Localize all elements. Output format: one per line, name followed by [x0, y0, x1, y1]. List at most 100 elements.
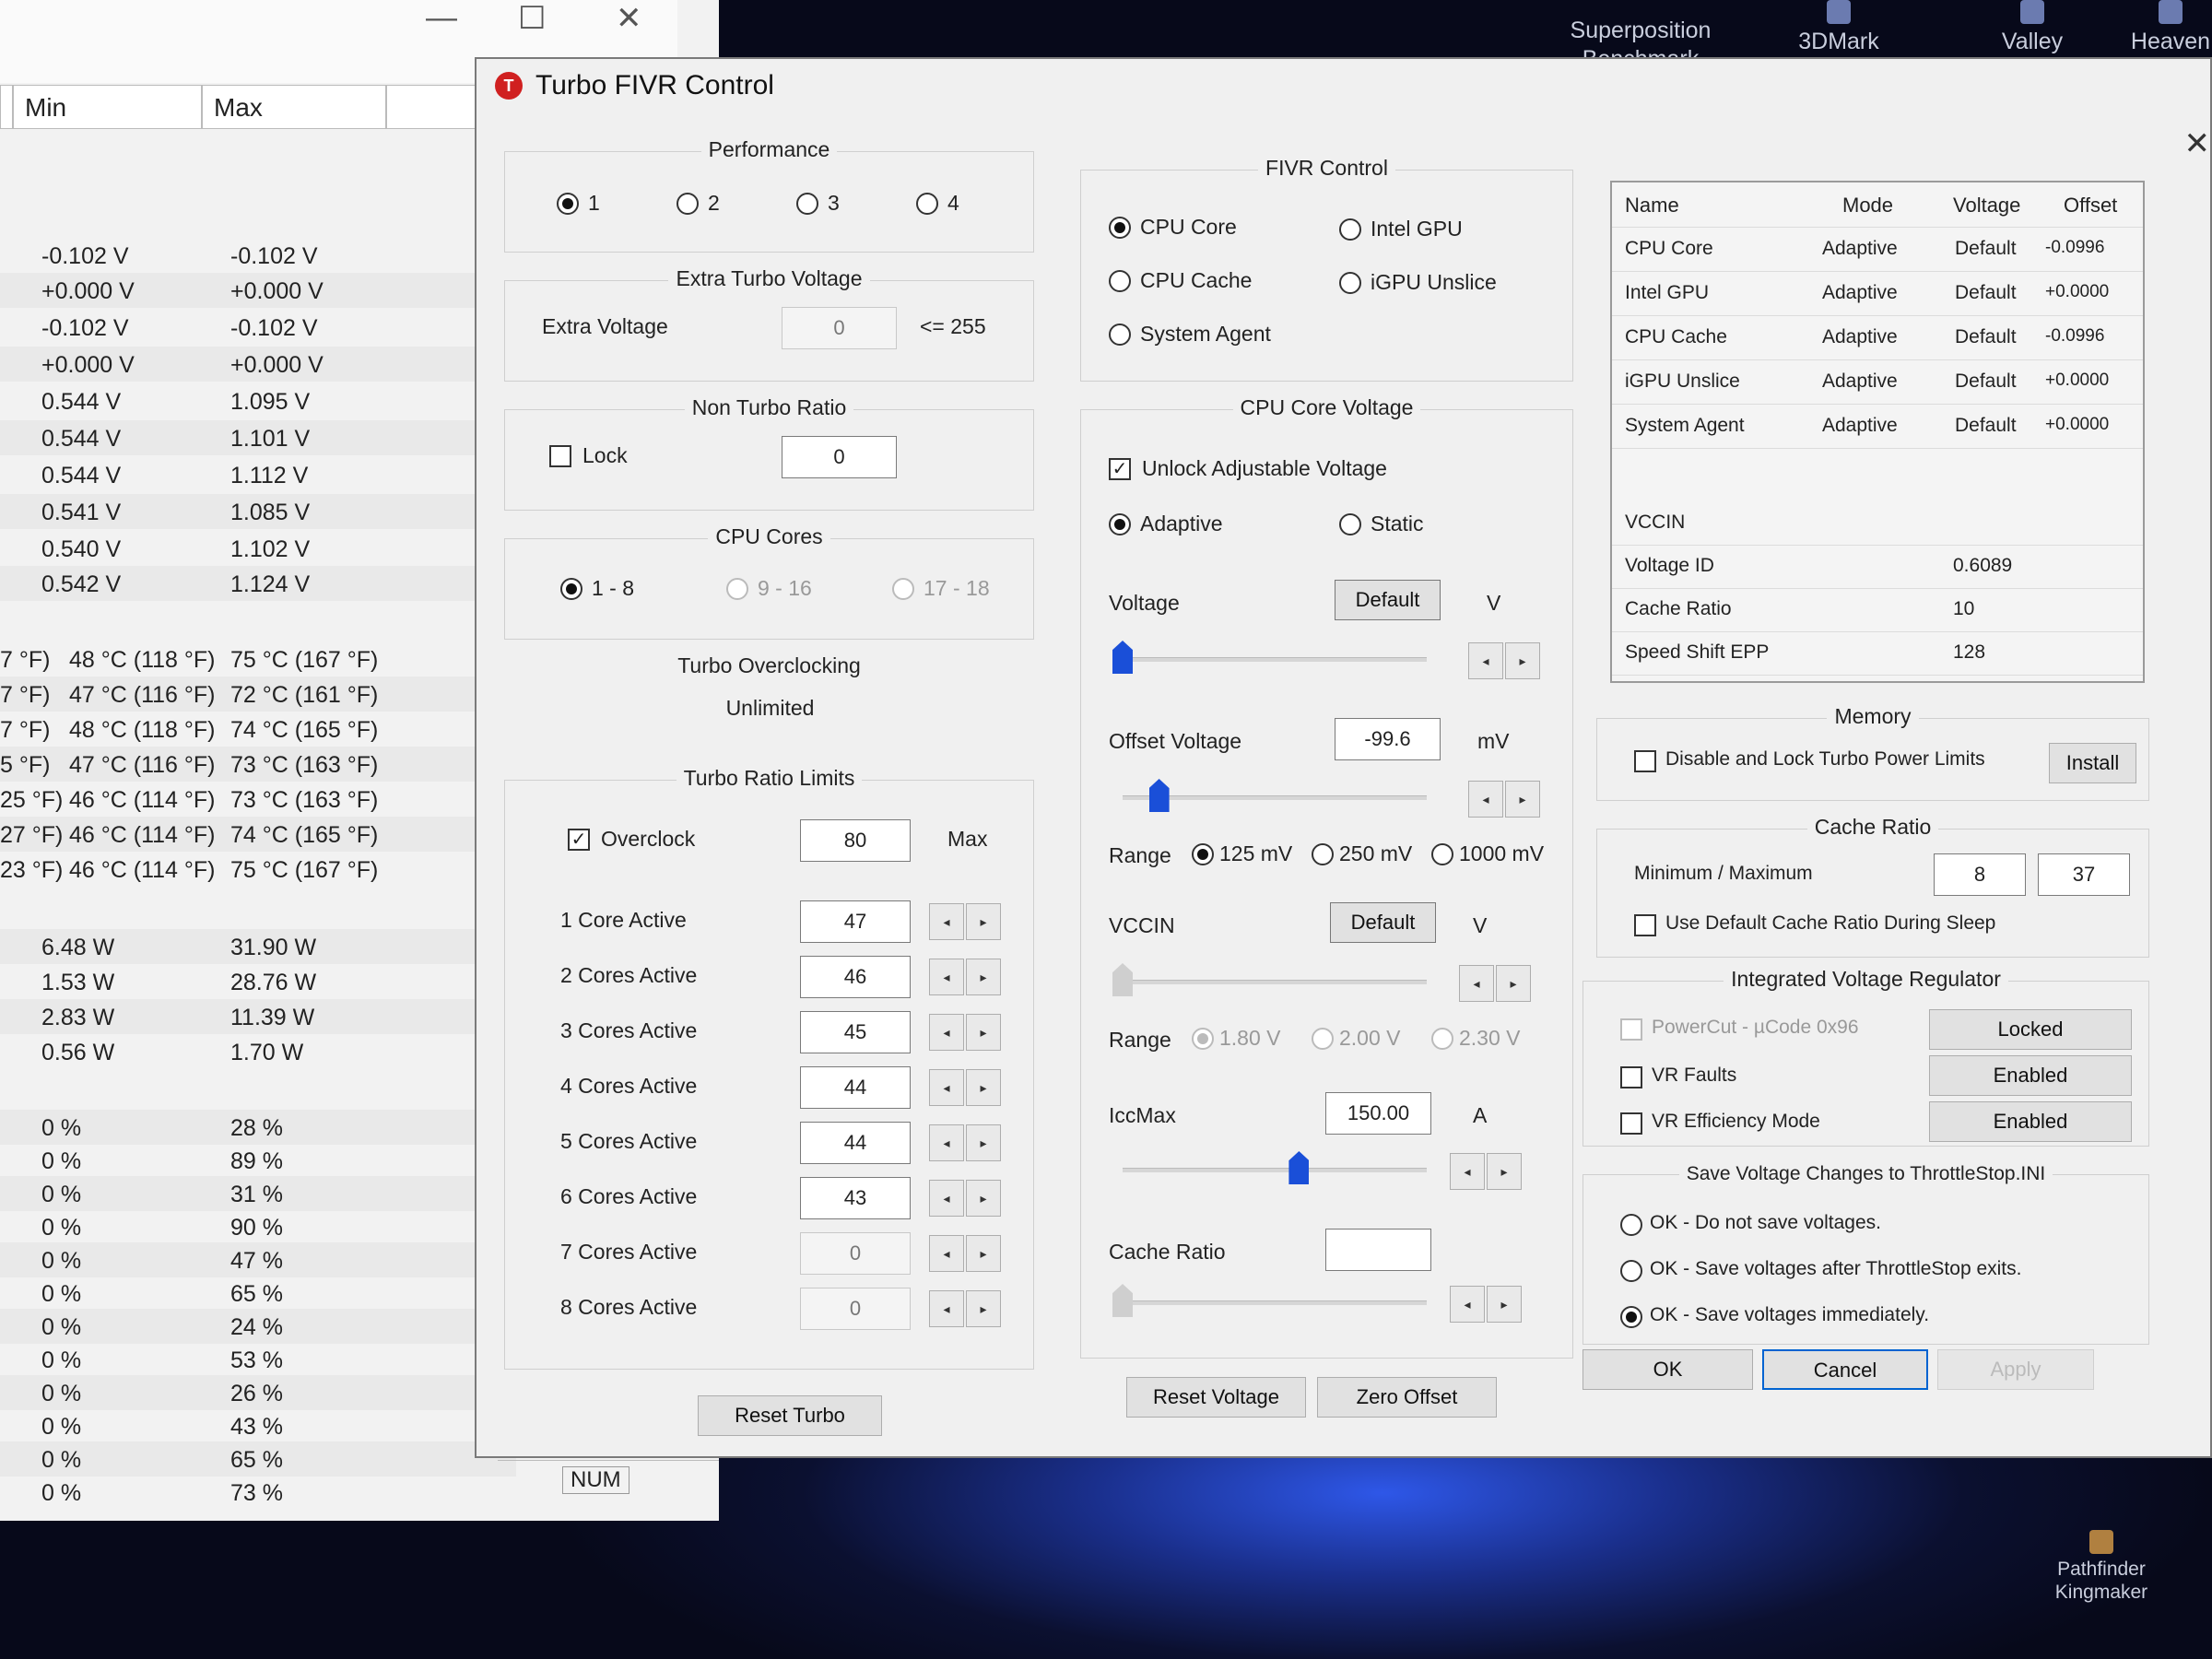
save-radio-immediately[interactable]	[1620, 1306, 1642, 1328]
iccmax-spin-left-icon[interactable]: ◂	[1450, 1153, 1485, 1190]
voltage-spin-left-icon[interactable]: ◂	[1468, 642, 1503, 679]
spin-left-icon[interactable]: ◂	[929, 1124, 964, 1161]
offset-voltage-input[interactable]: -99.6	[1335, 718, 1441, 760]
fivr-radio-cpu-core[interactable]	[1109, 217, 1131, 239]
offset-spin-left-icon[interactable]: ◂	[1468, 781, 1503, 818]
iccmax-spin-right-icon[interactable]: ▸	[1487, 1153, 1522, 1190]
reset-voltage-button[interactable]: Reset Voltage	[1126, 1377, 1306, 1418]
cores-active-spinner[interactable]: ◂ ▸	[929, 1235, 1003, 1272]
range2-radio-200v[interactable]	[1312, 1028, 1334, 1050]
cores-active-input[interactable]: 46	[800, 956, 911, 998]
cores-active-input[interactable]: 44	[800, 1066, 911, 1109]
performance-radio-2[interactable]	[677, 193, 699, 215]
default-cache-sleep-checkbox[interactable]	[1634, 914, 1656, 936]
offset-slider-thumb[interactable]	[1148, 779, 1170, 812]
fivr-radio-system-agent[interactable]	[1109, 324, 1131, 346]
cores-active-spinner[interactable]: ◂ ▸	[929, 1290, 1003, 1327]
powercut-checkbox[interactable]	[1620, 1018, 1642, 1041]
performance-radio-4[interactable]	[916, 193, 938, 215]
cpu-cores-radio-17-18[interactable]	[892, 578, 914, 600]
save-radio-do-not-save[interactable]	[1620, 1214, 1642, 1236]
performance-radio-1[interactable]	[557, 193, 579, 215]
voltage-spinner[interactable]: ◂ ▸	[1468, 642, 1542, 679]
cores-active-input[interactable]: 44	[800, 1122, 911, 1164]
minimize-icon[interactable]: —	[426, 0, 457, 36]
iccmax-slider-track[interactable]	[1123, 1168, 1427, 1172]
spin-right-icon[interactable]: ▸	[966, 1290, 1001, 1327]
disable-lock-power-limits-checkbox[interactable]	[1634, 750, 1656, 772]
fivr-radio-igpu-unslice[interactable]	[1339, 272, 1361, 294]
cache-ratio-max-input[interactable]: 37	[2038, 853, 2130, 896]
cores-active-input[interactable]: 45	[800, 1011, 911, 1053]
cores-active-spinner[interactable]: ◂ ▸	[929, 959, 1003, 995]
iccmax-input[interactable]: 150.00	[1325, 1092, 1431, 1135]
vccin-spin-right-icon[interactable]: ▸	[1496, 965, 1531, 1002]
spin-left-icon[interactable]: ◂	[929, 1014, 964, 1051]
cpu-cores-radio-9-16[interactable]	[726, 578, 748, 600]
cores-active-spinner[interactable]: ◂ ▸	[929, 903, 1003, 940]
close-icon[interactable]: ✕	[616, 0, 642, 37]
spin-left-icon[interactable]: ◂	[929, 1180, 964, 1217]
spin-right-icon[interactable]: ▸	[966, 1124, 1001, 1161]
cpu-cores-radio-1-8[interactable]	[560, 578, 582, 600]
spin-right-icon[interactable]: ▸	[966, 1180, 1001, 1217]
iccmax-spinner[interactable]: ◂ ▸	[1450, 1153, 1524, 1190]
column-header-extra[interactable]	[386, 85, 478, 129]
ok-button[interactable]: OK	[1583, 1349, 1753, 1390]
fivr-radio-intel-gpu[interactable]	[1339, 218, 1361, 241]
voltage-slider-track[interactable]	[1123, 657, 1427, 662]
column-header-blank[interactable]	[0, 85, 13, 129]
close-icon[interactable]: ✕	[2184, 125, 2211, 162]
desktop-icon-3dmark[interactable]: 3DMark	[1783, 0, 1894, 56]
vccin-slider-thumb[interactable]	[1112, 963, 1133, 996]
maximize-icon[interactable]: ☐	[518, 0, 546, 37]
fivr-radio-cpu-cache[interactable]	[1109, 270, 1131, 292]
spin-right-icon[interactable]: ▸	[966, 1014, 1001, 1051]
cores-active-spinner[interactable]: ◂ ▸	[929, 1014, 1003, 1051]
vr-efficiency-enabled-button[interactable]: Enabled	[1929, 1101, 2132, 1142]
spin-left-icon[interactable]: ◂	[929, 1235, 964, 1272]
cancel-button[interactable]: Cancel	[1762, 1349, 1928, 1390]
apply-button[interactable]: Apply	[1937, 1349, 2094, 1390]
spin-left-icon[interactable]: ◂	[929, 903, 964, 940]
vccin-spinner[interactable]: ◂ ▸	[1459, 965, 1533, 1002]
extra-voltage-input[interactable]: 0	[782, 307, 897, 349]
iccmax-slider-thumb[interactable]	[1288, 1151, 1310, 1184]
powercut-locked-button[interactable]: Locked	[1929, 1009, 2132, 1050]
unlock-voltage-checkbox[interactable]: ✓	[1109, 458, 1131, 480]
cores-active-spinner[interactable]: ◂ ▸	[929, 1124, 1003, 1161]
offset-spin-right-icon[interactable]: ▸	[1505, 781, 1540, 818]
reset-turbo-button[interactable]: Reset Turbo	[698, 1395, 882, 1436]
range-radio-250mv[interactable]	[1312, 843, 1334, 865]
vccin-slider-track[interactable]	[1123, 980, 1427, 984]
adaptive-radio[interactable]	[1109, 513, 1131, 535]
cache-slider-track[interactable]	[1123, 1300, 1427, 1305]
spin-right-icon[interactable]: ▸	[966, 959, 1001, 995]
desktop-icon-heaven[interactable]: Heaven	[2129, 0, 2212, 56]
static-radio[interactable]	[1339, 513, 1361, 535]
vr-faults-checkbox[interactable]	[1620, 1066, 1642, 1088]
spin-left-icon[interactable]: ◂	[929, 1069, 964, 1106]
voltage-slider-thumb[interactable]	[1112, 641, 1133, 674]
spin-left-icon[interactable]: ◂	[929, 959, 964, 995]
offset-spinner[interactable]: ◂ ▸	[1468, 781, 1542, 818]
spin-left-icon[interactable]: ◂	[929, 1290, 964, 1327]
lock-checkbox[interactable]	[549, 445, 571, 467]
desktop-icon-pathfinder[interactable]: Pathfinder Kingmaker	[2023, 1530, 2180, 1604]
cache-spin-right-icon[interactable]: ▸	[1487, 1286, 1522, 1323]
cores-active-input[interactable]: 0	[800, 1232, 911, 1275]
cores-active-spinner[interactable]: ◂ ▸	[929, 1069, 1003, 1106]
cores-active-input[interactable]: 47	[800, 900, 911, 943]
vccin-default-button[interactable]: Default	[1330, 902, 1436, 943]
cores-active-input[interactable]: 0	[800, 1288, 911, 1330]
install-button[interactable]: Install	[2049, 743, 2136, 783]
cache-slider-thumb[interactable]	[1112, 1284, 1133, 1317]
range2-radio-230v[interactable]	[1431, 1028, 1453, 1050]
non-turbo-ratio-input[interactable]: 0	[782, 436, 897, 478]
overclock-max-input[interactable]: 80	[800, 819, 911, 862]
range-radio-125mv[interactable]	[1192, 843, 1214, 865]
vr-efficiency-checkbox[interactable]	[1620, 1112, 1642, 1135]
save-radio-after-exit[interactable]	[1620, 1260, 1642, 1282]
spin-right-icon[interactable]: ▸	[966, 1235, 1001, 1272]
cache-ratio-input[interactable]	[1325, 1229, 1431, 1271]
